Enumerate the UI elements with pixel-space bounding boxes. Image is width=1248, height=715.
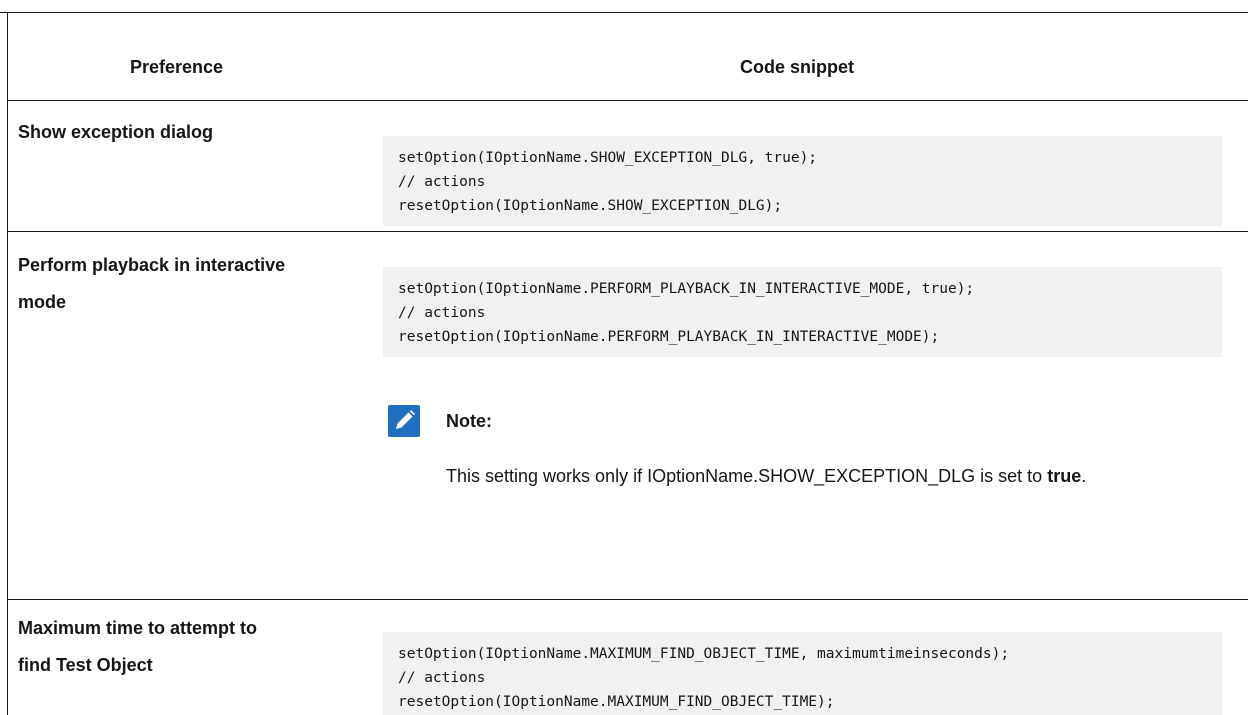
- code-snippet-maximum-time: setOption(IOptionName.MAXIMUM_FIND_OBJEC…: [383, 632, 1222, 715]
- preference-maximum-time: Maximum time to attempt to find Test Obj…: [18, 610, 358, 684]
- header-row-divider: [7, 100, 1248, 101]
- preference-perform-playback: Perform playback in interactive mode: [18, 247, 358, 321]
- note-end: .: [1081, 466, 1087, 486]
- code-line: setOption(IOptionName.PERFORM_PLAYBACK_I…: [398, 281, 975, 297]
- code-line: // actions: [398, 305, 486, 321]
- code-line: setOption(IOptionName.SHOW_EXCEPTION_DLG…: [398, 150, 818, 166]
- code-line: resetOption(IOptionName.MAXIMUM_FIND_OBJ…: [398, 694, 835, 710]
- code-snippet-show-exception: setOption(IOptionName.SHOW_EXCEPTION_DLG…: [383, 136, 1222, 226]
- header-code-snippet: Code snippet: [740, 57, 855, 77]
- preference-line: Perform playback in interactive: [18, 255, 286, 275]
- table-left-border: [7, 12, 8, 715]
- header-preference: Preference: [130, 57, 224, 77]
- note-text-main: This setting works only if IOptionName.S…: [446, 466, 1043, 486]
- note-bold-value: true: [1047, 466, 1082, 486]
- table-top-border: [0, 12, 1248, 13]
- note-text: This setting works only if IOptionName.S…: [446, 458, 1226, 495]
- code-line: setOption(IOptionName.MAXIMUM_FIND_OBJEC…: [398, 646, 1010, 662]
- preference-line: mode: [18, 292, 67, 312]
- row-divider: [7, 599, 1248, 600]
- preferences-table: Preference Code snippet Show exception d…: [0, 0, 1248, 715]
- row-divider: [7, 231, 1248, 232]
- code-line: // actions: [398, 174, 486, 190]
- note-label: Note:: [446, 411, 492, 431]
- pencil-note-icon: [388, 405, 420, 437]
- code-line: resetOption(IOptionName.PERFORM_PLAYBACK…: [398, 329, 940, 345]
- code-line: // actions: [398, 670, 486, 686]
- preference-line: Maximum time to attempt to: [18, 618, 258, 638]
- preference-show-exception-dialog: Show exception dialog: [18, 122, 214, 142]
- preference-line: find Test Object: [18, 655, 153, 675]
- code-snippet-perform-playback: setOption(IOptionName.PERFORM_PLAYBACK_I…: [383, 267, 1222, 357]
- code-line: resetOption(IOptionName.SHOW_EXCEPTION_D…: [398, 198, 783, 214]
